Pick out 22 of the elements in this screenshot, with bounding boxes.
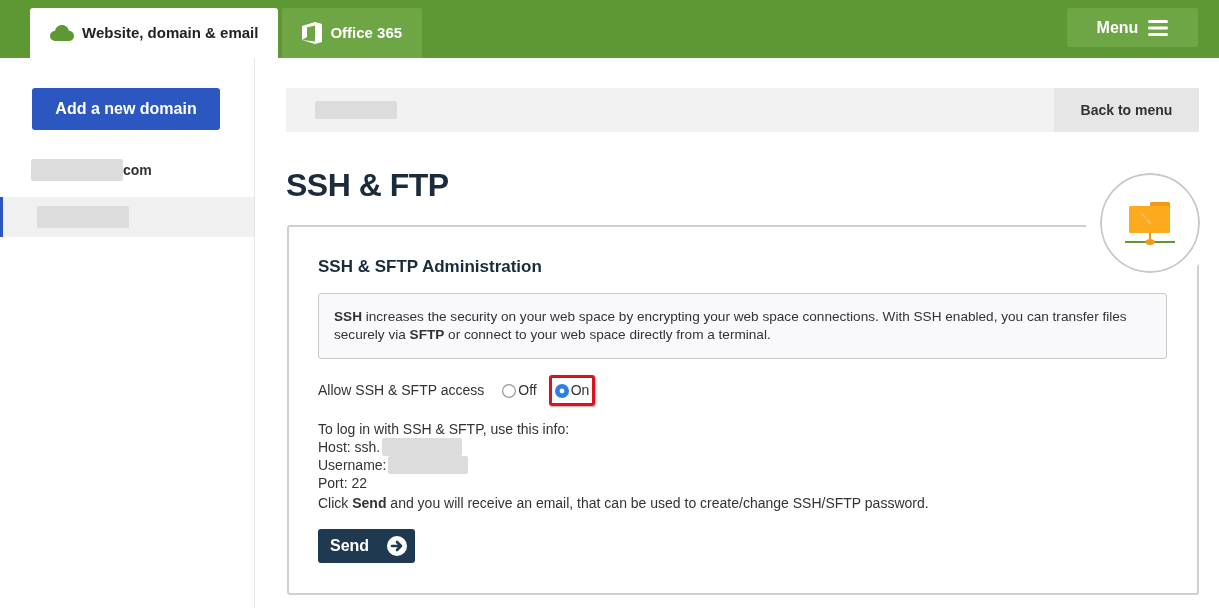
radio-label: On [570,381,590,400]
radio-label: Off [518,381,537,400]
logo-icon [302,22,323,44]
tab[interactable]: Website, domain & email [30,8,279,58]
access-label: Allow SSH & SFTP access [318,381,485,400]
send-button[interactable]: Send [318,529,415,563]
radio-button[interactable] [554,383,569,398]
domain-item[interactable]: com [0,150,254,190]
panel-heading: SSH & SFTP Administration [318,257,543,277]
page-title: SSH & FTP [286,166,450,205]
info-text: To log in with SSH & SFTP, use this info: [318,420,571,438]
info-text: Host: ssh. [318,438,381,456]
info-text: Click Send and you will receive an email, that can be used to create/change SSH/SFTP password. [318,494,930,512]
cloud-icon [50,25,74,41]
info-text: Port: 22 [318,474,369,492]
back-button[interactable]: Back to menu [1054,88,1199,132]
info-text: SSH increases the security on your web space by encrypting your web space connections. With SSH enabled, you can transfer files securely via SFTP or connect to your web space directly from a terminal. [334,308,1128,344]
menu-icon [1148,19,1169,36]
info-text: Username: [318,456,387,474]
arrow-circle-icon [387,536,407,556]
radio-button[interactable] [502,383,517,398]
add-domain-button[interactable]: Add a new domain [32,88,220,130]
